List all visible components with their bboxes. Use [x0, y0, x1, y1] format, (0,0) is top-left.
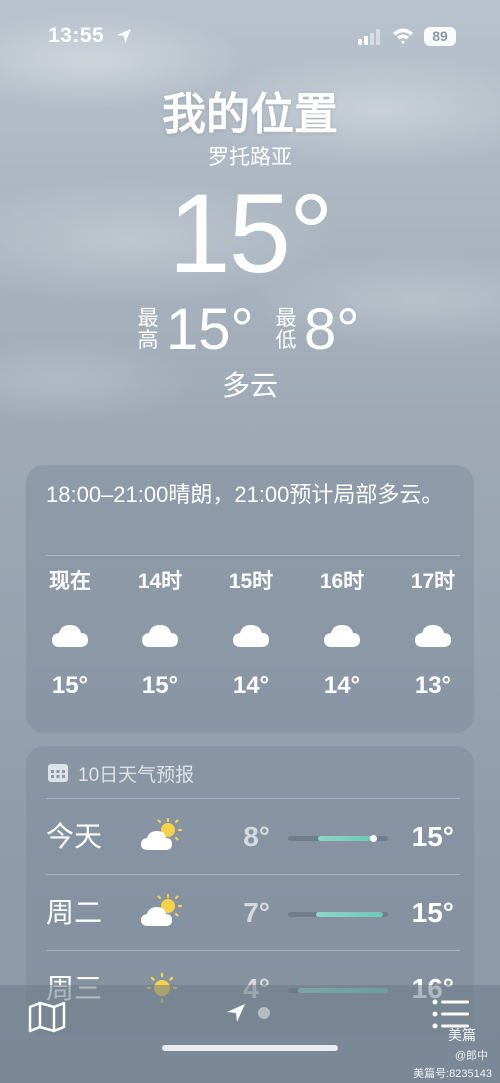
hour-item: 16时 14° — [310, 569, 374, 701]
hour-item: 现在 15° — [38, 569, 102, 701]
page-indicator-dot[interactable] — [258, 1007, 270, 1019]
hourly-forecast-card[interactable]: 18:00–21:00晴朗，21:00预计局部多云。 现在 15° 14时 15… — [26, 465, 474, 733]
low-label-top: 最 — [275, 307, 297, 330]
weather-header: 我的位置 罗托路亚 15° — [0, 85, 500, 293]
ten-day-title: 10日天气预报 — [78, 764, 195, 786]
day-low-temp: 7° — [243, 897, 270, 928]
cloud-icon — [142, 625, 178, 647]
high-label-top: 最 — [137, 307, 159, 330]
partly-sunny-icon — [141, 894, 183, 926]
divider — [46, 950, 460, 951]
watermark-id: 美篇号:8235143 — [413, 1068, 492, 1080]
hour-label: 15时 — [228, 570, 274, 593]
location-subtitle: 罗托路亚 — [208, 146, 292, 169]
current-location-page-icon[interactable] — [226, 1003, 246, 1023]
cloud-icon — [324, 625, 360, 647]
divider — [46, 874, 460, 875]
low-label-bottom: 低 — [275, 329, 297, 352]
high-label-bottom: 高 — [137, 329, 159, 352]
hour-temperature: 15° — [141, 672, 179, 699]
partly-sunny-icon — [141, 818, 183, 850]
temperature-range-fill — [318, 836, 373, 841]
temperature-range-bar — [288, 912, 388, 917]
hour-temperature: 14° — [232, 672, 270, 699]
status-time: 13:55 — [48, 24, 105, 47]
day-low-temp: 8° — [243, 821, 270, 852]
day-high-temp: 15° — [411, 897, 454, 928]
day-name: 周二 — [46, 897, 103, 928]
hour-item: 14时 15° — [128, 569, 192, 701]
hour-label: 14时 — [137, 570, 183, 593]
high-temperature: 15° — [166, 297, 254, 362]
watermark-logo: 美篇 — [448, 1027, 476, 1043]
temperature-range-fill — [316, 912, 383, 917]
ten-day-header: 10日天气预报 — [48, 760, 194, 786]
hour-temperature: 13° — [414, 672, 452, 699]
temperature-range-bar — [288, 835, 388, 842]
low-temperature: 8° — [304, 297, 360, 362]
hour-item: 17时 13° — [401, 569, 465, 701]
battery-indicator: 89 — [424, 27, 456, 46]
cloud-icon — [52, 625, 88, 647]
calendar-icon — [48, 764, 68, 782]
forecast-summary: 18:00–21:00晴朗，21:00预计局部多云。 — [46, 482, 444, 507]
location-arrow-icon — [117, 29, 131, 43]
day-name: 今天 — [46, 821, 103, 852]
high-low-temps: 最 高 15° 最 低 8° — [0, 300, 500, 360]
divider — [46, 798, 460, 799]
home-indicator — [162, 1045, 338, 1051]
hour-item: 15时 14° — [219, 569, 283, 701]
day-row[interactable]: 今天 8° 15° — [26, 798, 474, 874]
divider — [46, 555, 460, 556]
day-row[interactable]: 周二 7° 15° — [26, 874, 474, 950]
wifi-icon — [393, 28, 413, 44]
hour-label: 16时 — [319, 570, 365, 593]
watermark-user: @郎中 — [454, 1050, 488, 1062]
day-high-temp: 15° — [411, 821, 454, 852]
hour-temperature: 15° — [51, 672, 89, 699]
cellular-signal-icon — [358, 29, 380, 45]
status-bar: 13:55 89 — [0, 0, 500, 70]
cloud-icon — [415, 625, 451, 647]
hour-label: 17时 — [410, 570, 456, 593]
current-temp-marker — [370, 835, 377, 842]
hour-label: 现在 — [49, 570, 91, 593]
weather-condition: 多云 — [221, 370, 278, 401]
map-icon[interactable] — [28, 1001, 66, 1033]
hour-temperature: 14° — [323, 672, 361, 699]
bottom-toolbar: 美篇 @郎中 美篇号:8235143 — [0, 985, 500, 1083]
location-title: 我的位置 — [162, 90, 338, 139]
current-temperature: 15° — [168, 171, 333, 296]
cloud-icon — [233, 625, 269, 647]
